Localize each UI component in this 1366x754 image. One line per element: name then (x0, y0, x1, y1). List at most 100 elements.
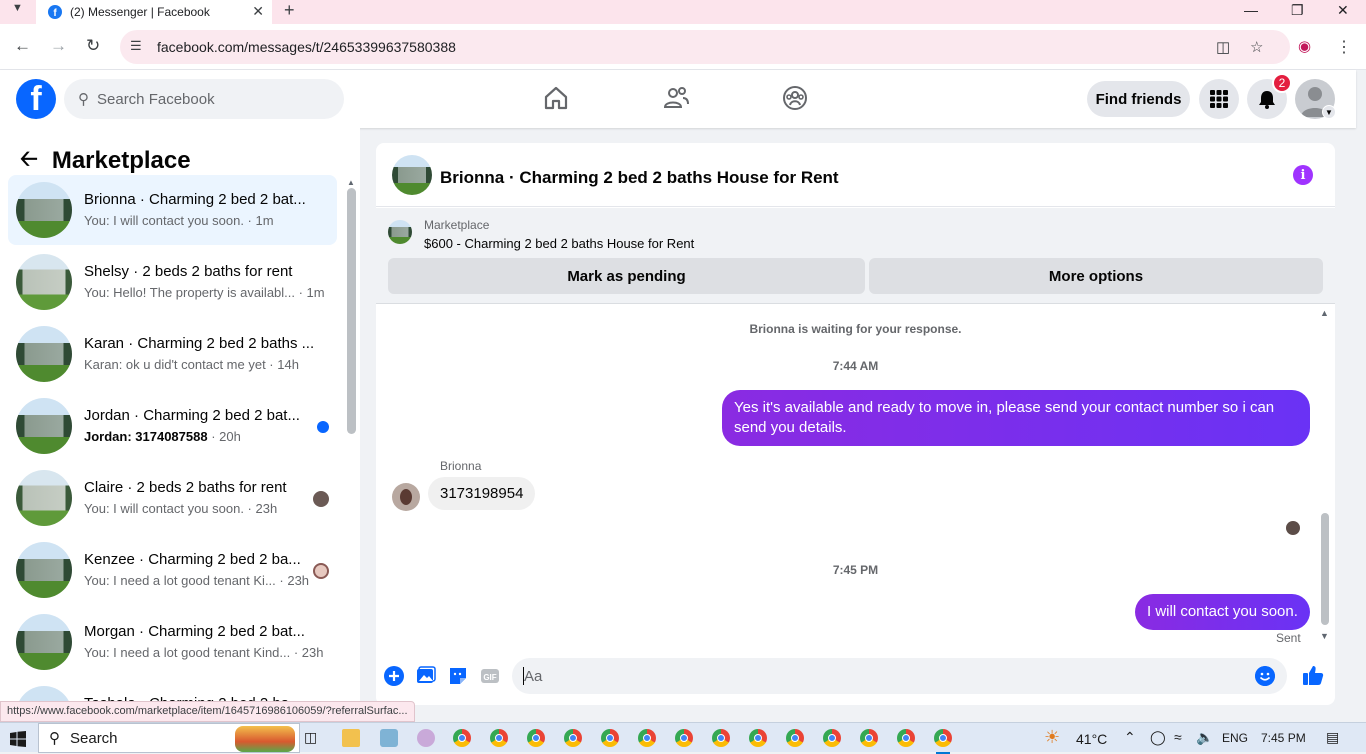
new-tab-icon[interactable]: + (284, 0, 295, 20)
conversation-item[interactable]: Morgan · Charming 2 bed 2 bat... You: I … (8, 607, 337, 677)
conversation-preview: You: Hello! The property is availabl... … (84, 285, 325, 300)
listing-title[interactable]: $600 - Charming 2 bed 2 baths House for … (424, 236, 694, 251)
clock[interactable]: 7:45 PM (1261, 731, 1306, 745)
file-explorer-icon[interactable] (342, 729, 360, 747)
chrome-icon[interactable] (786, 729, 804, 747)
facebook-header: f ⚲ Search Facebook Find friends ▼ (0, 70, 1356, 128)
window-close-icon[interactable]: ✕ (1337, 0, 1349, 20)
info-icon[interactable]: i (1293, 165, 1313, 185)
sender-avatar[interactable] (392, 483, 420, 511)
find-friends-button[interactable]: Find friends (1087, 81, 1190, 117)
conversation-item[interactable]: Brionna · Charming 2 bed 2 bat... You: I… (8, 175, 337, 245)
conversation-item[interactable]: Claire · 2 beds 2 baths for rent You: I … (8, 463, 337, 533)
browser-tab[interactable]: f (2) Messenger | Facebook ✕ (36, 0, 272, 24)
search-icon: ⚲ (78, 91, 89, 108)
status-bar-url: https://www.facebook.com/marketplace/ite… (0, 701, 415, 722)
taskbar-search[interactable]: ⚲ Search (38, 723, 300, 753)
chrome-icon[interactable] (934, 729, 952, 754)
windows-start-icon[interactable] (10, 731, 26, 747)
chrome-icon[interactable] (823, 729, 841, 747)
task-view-icon[interactable]: ◫ (304, 729, 317, 746)
chrome-icon[interactable] (897, 729, 915, 747)
gif-icon[interactable]: GIF (480, 666, 500, 686)
language-indicator[interactable]: ENG (1222, 731, 1248, 745)
home-icon[interactable] (542, 84, 570, 112)
address-bar[interactable]: ☰ facebook.com/messages/t/24653399637580… (120, 30, 1290, 64)
mark-pending-button[interactable]: Mark as pending (388, 258, 865, 294)
incoming-message[interactable]: 3173198954 (428, 477, 536, 510)
conversation-preview: You: I will contact you soon. · 23h (84, 501, 278, 516)
account-chevron-icon[interactable]: ▼ (1322, 105, 1336, 119)
restore-icon[interactable]: ❐ (1291, 0, 1304, 20)
windows-taskbar: ⚲ Search ◫ ☀ 41°C ⌃ ◯ ≈ 🔈 ENG 7:45 PM ▤ (0, 722, 1366, 754)
volume-icon[interactable]: 🔈 (1196, 729, 1213, 746)
conversation-item[interactable]: Karan · Charming 2 bed 2 baths ... Karan… (8, 319, 337, 389)
conversation-preview: You: I need a lot good tenant Kind... · … (84, 645, 324, 660)
chat-scroll-down-icon[interactable]: ▼ (1320, 631, 1329, 641)
groups-icon[interactable] (781, 84, 809, 112)
url-text: facebook.com/messages/t/2465339963758038… (157, 39, 456, 55)
browser-menu-icon[interactable]: ⋮ (1336, 37, 1352, 57)
sticker-icon[interactable] (448, 666, 468, 686)
conversation-item[interactable]: Jordan · Charming 2 bed 2 bat... Jordan:… (8, 391, 337, 461)
bookmark-star-icon[interactable]: ☆ (1250, 38, 1263, 56)
wifi-icon[interactable]: ≈ (1174, 729, 1182, 745)
listing-thumbnail (16, 182, 72, 238)
notepad-icon[interactable] (380, 729, 398, 747)
search-input[interactable]: ⚲ Search Facebook (64, 79, 344, 119)
conversation-item[interactable]: Shelsy · 2 beds 2 baths for rent You: He… (8, 247, 337, 317)
site-settings-icon[interactable]: ☰ (130, 38, 142, 54)
like-icon[interactable] (1302, 664, 1324, 686)
chat-listing-thumbnail[interactable] (392, 155, 432, 195)
chrome-icon[interactable] (860, 729, 878, 747)
chrome-icon[interactable] (638, 729, 656, 747)
profile-icon[interactable]: ◉ (1298, 37, 1311, 55)
sidebar-scrollbar[interactable] (347, 188, 356, 434)
listing-thumbnail (16, 542, 72, 598)
weather-icon[interactable]: ☀ (1044, 727, 1060, 748)
scroll-up-arrow-icon[interactable]: ▲ (347, 178, 355, 187)
conversation-name: Brionna · Charming 2 bed 2 bat... (84, 191, 306, 208)
facebook-favicon-icon: f (48, 5, 62, 19)
chrome-icon[interactable] (712, 729, 730, 747)
outgoing-message[interactable]: Yes it's available and ready to move in,… (722, 390, 1310, 446)
chat-title[interactable]: Brionna · Charming 2 bed 2 baths House f… (440, 168, 839, 188)
chrome-icon[interactable] (564, 729, 582, 747)
message-input[interactable]: Aa (512, 658, 1287, 694)
forward-arrow-icon[interactable]: → (50, 36, 67, 56)
outgoing-message[interactable]: I will contact you soon. (1135, 594, 1310, 630)
temperature[interactable]: 41°C (1076, 731, 1107, 747)
chrome-icon[interactable] (490, 729, 508, 747)
image-icon[interactable] (416, 666, 436, 686)
chrome-icon[interactable] (749, 729, 767, 747)
device-icon[interactable]: ◯ (1150, 729, 1166, 746)
install-app-icon[interactable]: ◫ (1216, 38, 1230, 56)
conversation-item[interactable]: Kenzee · Charming 2 bed 2 ba... You: I n… (8, 535, 337, 605)
friends-icon[interactable] (662, 84, 690, 112)
listing-mini-thumbnail (388, 220, 412, 244)
paint-icon[interactable] (417, 729, 435, 747)
reload-icon[interactable]: ↻ (86, 36, 100, 56)
tab-close-icon[interactable]: ✕ (252, 3, 264, 20)
notification-badge: 2 (1272, 73, 1292, 93)
chat-scroll-up-icon[interactable]: ▲ (1320, 308, 1329, 318)
plus-icon[interactable] (384, 666, 404, 686)
notification-center-icon[interactable]: ▤ (1326, 729, 1339, 746)
emoji-icon[interactable] (1255, 666, 1275, 686)
tab-search-chevron-icon[interactable]: ▼ (12, 2, 23, 14)
read-receipt-avatar (1286, 521, 1300, 535)
preview-text: Jordan: 3174087588 (84, 429, 208, 444)
more-options-button[interactable]: More options (869, 258, 1323, 294)
back-arrow-icon[interactable]: ← (14, 36, 31, 56)
conversation-preview: Jordan: 3174087588 · 20h (84, 429, 241, 444)
chrome-icon[interactable] (453, 729, 471, 747)
tray-chevron-icon[interactable]: ⌃ (1124, 729, 1136, 746)
menu-button[interactable] (1199, 79, 1239, 119)
browser-tab-bar: ▼ f (2) Messenger | Facebook ✕ + — ❐ ✕ (0, 0, 1366, 24)
chrome-icon[interactable] (527, 729, 545, 747)
minimize-icon[interactable]: — (1244, 0, 1258, 20)
chrome-icon[interactable] (675, 729, 693, 747)
chrome-icon[interactable] (601, 729, 619, 747)
svg-text:GIF: GIF (483, 673, 496, 682)
facebook-logo-icon[interactable]: f (16, 79, 56, 119)
